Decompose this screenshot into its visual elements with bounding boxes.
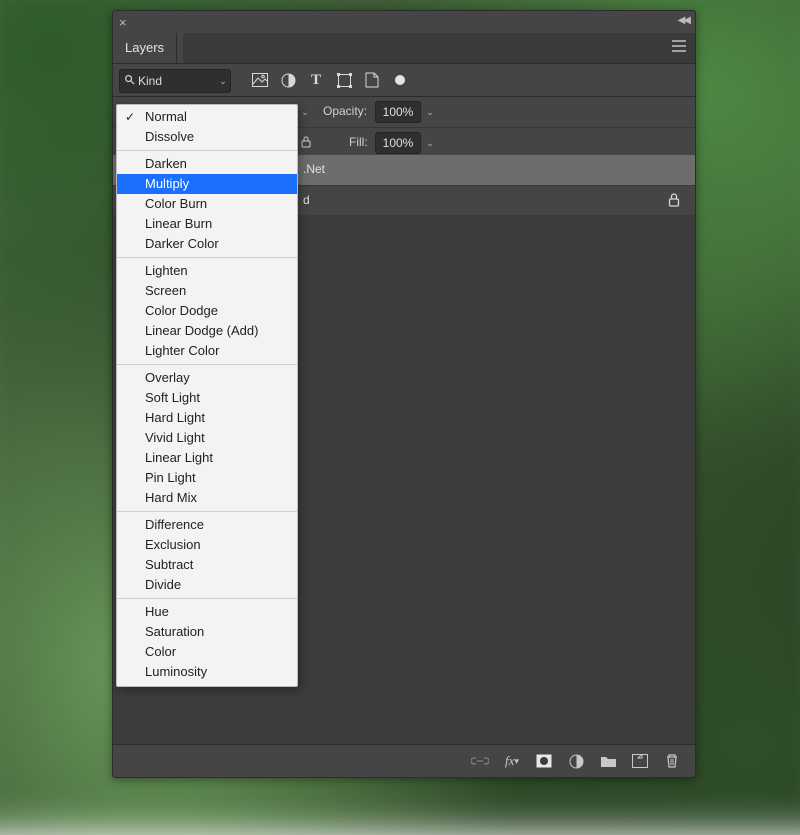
chevron-down-icon[interactable]: ⌄ [422,102,438,122]
blend-mode-item[interactable]: Darker Color [117,234,297,254]
link-icon[interactable] [471,752,489,770]
kind-filter-label: Kind [138,74,216,88]
blend-mode-item[interactable]: Saturation [117,622,297,642]
tab-layers[interactable]: Layers [113,33,177,63]
collapse-icon[interactable]: ◀◀ [678,15,689,26]
blend-mode-item[interactable]: Multiply [117,174,297,194]
filter-image-icon[interactable] [251,71,269,89]
panel-footer: fx▾ [113,744,695,777]
opacity-value[interactable]: 100% [375,101,421,123]
filter-type-icon[interactable]: T [307,71,325,89]
chevron-down-icon[interactable]: ⌄ [297,102,313,122]
blend-mode-item[interactable]: Lighten [117,261,297,281]
fill-value[interactable]: 100% [375,132,421,154]
blend-mode-item[interactable]: Divide [117,575,297,595]
blend-mode-item[interactable]: Difference [117,515,297,535]
adjustment-icon[interactable] [567,752,585,770]
opacity-label: Opacity: [323,104,367,118]
blend-mode-item[interactable]: Hard Mix [117,488,297,508]
mask-icon[interactable] [535,752,553,770]
menu-separator [117,257,297,258]
search-icon [120,74,138,88]
blend-mode-item[interactable]: Screen [117,281,297,301]
group-icon[interactable] [599,752,617,770]
blend-mode-item[interactable]: Hard Light [117,408,297,428]
blend-mode-item[interactable]: Luminosity [117,662,297,682]
blend-mode-item[interactable]: Normal [117,107,297,127]
blend-mode-item[interactable]: Subtract [117,555,297,575]
blend-mode-item[interactable]: Color [117,642,297,662]
new-layer-icon[interactable] [631,752,649,770]
blend-mode-item[interactable]: Color Dodge [117,301,297,321]
menu-separator [117,598,297,599]
filter-shape-icon[interactable] [335,71,353,89]
chevron-down-icon: ⌄ [216,76,230,87]
filter-adjustment-icon[interactable] [279,71,297,89]
blend-mode-item[interactable]: Pin Light [117,468,297,488]
blend-mode-item[interactable]: Dissolve [117,127,297,147]
panel-menu-icon[interactable] [671,39,687,53]
menu-separator [117,364,297,365]
menu-separator [117,150,297,151]
blend-mode-item[interactable]: Darken [117,154,297,174]
filter-artboard-dot-icon[interactable] [391,71,409,89]
blend-mode-item[interactable]: Linear Burn [117,214,297,234]
blend-mode-item[interactable]: Color Burn [117,194,297,214]
layer-name: .Net [303,162,665,176]
fx-icon[interactable]: fx▾ [503,752,521,770]
blend-mode-item[interactable]: Linear Dodge (Add) [117,321,297,341]
menu-separator [117,511,297,512]
blend-mode-item[interactable]: Linear Light [117,448,297,468]
trash-icon[interactable] [663,752,681,770]
blend-mode-item[interactable]: Hue [117,602,297,622]
close-icon[interactable]: × [119,15,127,30]
kind-filter-select[interactable]: Kind ⌄ [119,69,231,93]
fill-label: Fill: [349,135,368,149]
blend-mode-item[interactable]: Soft Light [117,388,297,408]
layer-name: d [303,193,665,207]
filter-smart-icon[interactable] [363,71,381,89]
panel-tabs: Layers [113,33,695,64]
blend-mode-item[interactable]: Overlay [117,368,297,388]
filter-row: Kind ⌄ T [113,64,695,97]
panel-titlebar: × ◀◀ [113,11,695,33]
chevron-down-icon[interactable]: ⌄ [422,133,438,153]
filter-icons: T [251,68,409,92]
blend-mode-item[interactable]: Exclusion [117,535,297,555]
blend-mode-menu[interactable]: NormalDissolveDarkenMultiplyColor BurnLi… [116,104,298,687]
lock-icon[interactable] [299,135,313,154]
blend-mode-item[interactable]: Vivid Light [117,428,297,448]
blend-mode-item[interactable]: Lighter Color [117,341,297,361]
lock-icon [667,192,681,211]
